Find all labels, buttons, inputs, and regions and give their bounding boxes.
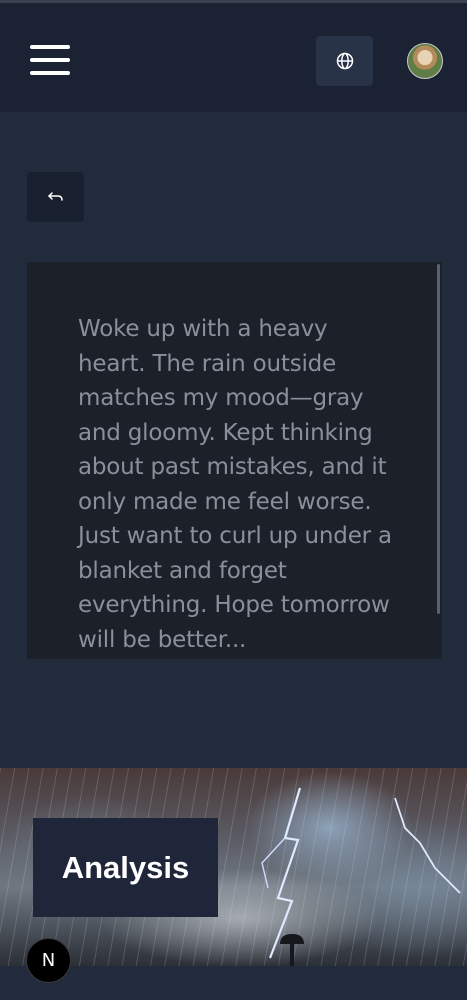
back-arrow-icon	[47, 192, 63, 201]
bottom-bar	[0, 966, 467, 1000]
journal-entry-text: Woke up with a heavy heart. The rain out…	[78, 316, 392, 653]
globe-icon	[336, 52, 353, 70]
language-button[interactable]	[316, 36, 373, 86]
menu-line	[30, 58, 70, 62]
entry-scrollbar[interactable]	[437, 264, 440, 614]
top-navigation-bar	[0, 0, 467, 112]
dev-badge[interactable]: N	[26, 938, 71, 983]
back-button[interactable]	[27, 172, 84, 222]
analysis-heading: Analysis	[33, 818, 218, 917]
menu-line	[30, 71, 70, 75]
menu-line	[30, 45, 70, 49]
hamburger-menu-icon[interactable]	[28, 43, 72, 77]
user-avatar[interactable]	[407, 43, 443, 79]
journal-entry-card: Woke up with a heavy heart. The rain out…	[27, 262, 442, 659]
